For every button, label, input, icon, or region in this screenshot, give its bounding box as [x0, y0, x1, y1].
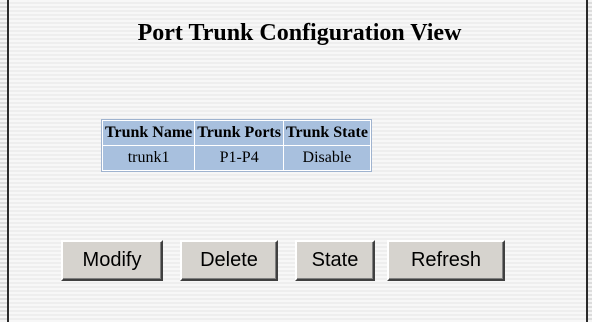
- cell-trunk-name: trunk1: [103, 146, 195, 170]
- cell-trunk-ports: P1-P4: [195, 146, 283, 170]
- modify-button[interactable]: Modify: [61, 240, 163, 281]
- column-header-trunk-state: Trunk State: [283, 121, 370, 145]
- delete-button[interactable]: Delete: [180, 240, 278, 281]
- trunk-table: Trunk Name Trunk Ports Trunk State trunk…: [101, 119, 372, 172]
- table-header-row: Trunk Name Trunk Ports Trunk State: [103, 121, 370, 145]
- refresh-button[interactable]: Refresh: [387, 240, 505, 281]
- state-button[interactable]: State: [295, 240, 375, 281]
- column-header-trunk-name: Trunk Name: [103, 121, 195, 145]
- column-header-trunk-ports: Trunk Ports: [195, 121, 283, 145]
- page-title: Port Trunk Configuration View: [137, 20, 462, 46]
- table-row[interactable]: trunk1 P1-P4 Disable: [103, 146, 370, 170]
- trunk-config-panel: Port Trunk Configuration View Trunk Name…: [7, 0, 588, 322]
- cell-trunk-state: Disable: [283, 146, 370, 170]
